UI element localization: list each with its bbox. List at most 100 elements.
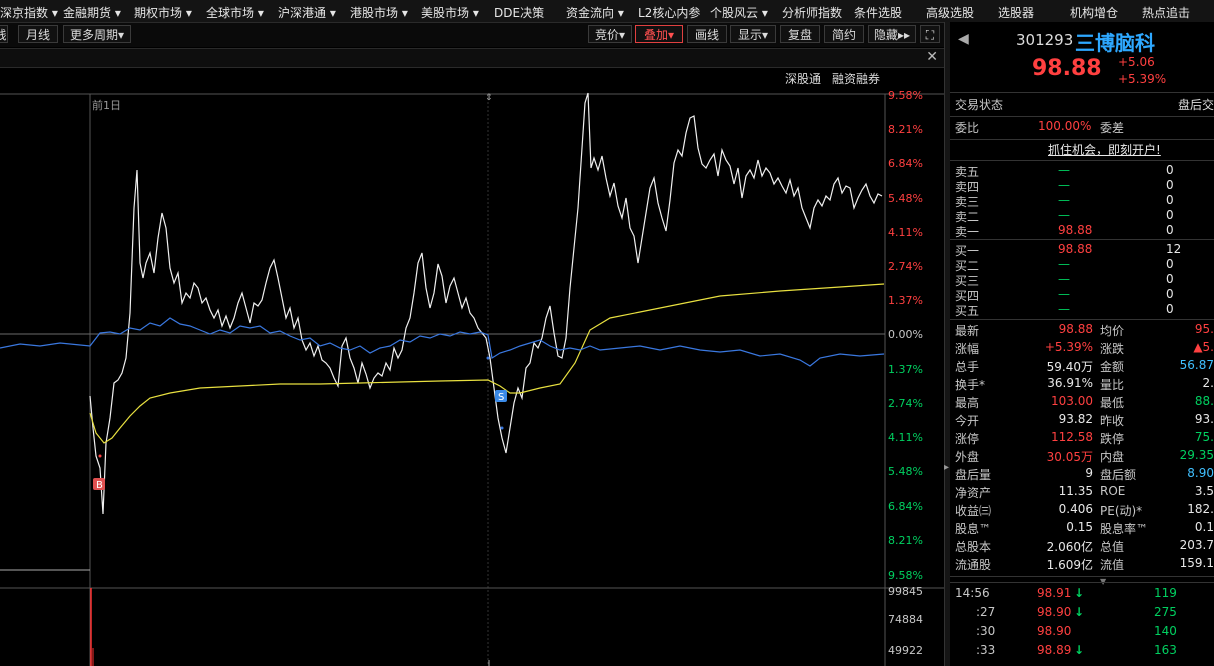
display-button[interactable]: 显示▾ <box>730 25 776 43</box>
sz-connect-link[interactable]: 深股通 <box>785 70 821 87</box>
period-button-cut[interactable]: 线 <box>0 25 8 43</box>
tick-time: :27 <box>976 605 996 619</box>
down-arrow-icon: ↓ <box>1074 643 1085 657</box>
tick-volume: 275 <box>1154 605 1177 619</box>
more-period-button[interactable]: 更多周期▾ <box>63 25 131 43</box>
menu-item-9[interactable]: L2核心内参 <box>638 4 700 21</box>
menu-item-4[interactable]: 沪深港通 ▾ <box>278 4 336 21</box>
quote-value: 88. <box>1194 394 1214 408</box>
divider <box>950 319 1214 320</box>
axis-tick-label: 8.21% <box>888 123 923 136</box>
ask-volume: 0 <box>1166 163 1174 177</box>
replay-button[interactable]: 复盘 <box>780 25 820 43</box>
down-arrow-icon: ↓ <box>1074 605 1085 619</box>
bid-price: — <box>1058 302 1070 316</box>
quote-label: PE(动)* <box>1100 504 1143 518</box>
quote-label: 涨停 <box>955 432 980 446</box>
quote-label: ROE <box>1100 484 1126 498</box>
buy-marker-label: B <box>96 480 103 491</box>
back-arrow-icon[interactable]: ◀ <box>958 31 969 47</box>
axis-tick-label: 5.48% <box>888 192 923 205</box>
axis-tick-label: 2.74% <box>888 260 923 273</box>
quote-value: 11.35 <box>1058 484 1093 498</box>
monthly-button[interactable]: 月线 <box>18 25 58 43</box>
hide-button[interactable]: 隐藏▸▸ <box>868 25 916 43</box>
volume-tick-label: 74884 <box>888 613 923 626</box>
ask-price: — <box>1058 193 1070 207</box>
menu-item-3[interactable]: 全球市场 ▾ <box>206 4 264 21</box>
quote-value: 0.406 <box>1058 502 1093 516</box>
quote-value: 95. <box>1194 322 1214 336</box>
tick-volume: 119 <box>1154 586 1177 600</box>
chevron-down-icon: ▾ <box>761 28 769 42</box>
tick-time: :33 <box>976 643 996 657</box>
quote-value: 98.88 <box>1058 322 1093 336</box>
quote-row: 总股本 2.060亿 总值 203.7 <box>950 538 1214 556</box>
quote-row: 换手* 36.91% 量比 2. <box>950 376 1214 394</box>
bid-volume: 12 <box>1166 242 1182 256</box>
menu-item-7[interactable]: DDE决策 <box>494 4 544 21</box>
tick-time: 14:56 <box>955 586 990 600</box>
bid-row: 买一 98.88 12 <box>950 242 1214 258</box>
quote-value: 59.40万 <box>1046 360 1093 374</box>
trading-status-row: 交易状态 盘后交 <box>950 96 1214 114</box>
axis-tick-label: 6.84% <box>888 500 923 513</box>
quote-value: 203.7 <box>1179 538 1214 552</box>
menu-item-8[interactable]: 资金流向 ▾ <box>566 4 624 21</box>
ask-price: — <box>1058 178 1070 192</box>
fullscreen-icon[interactable]: ⛶ <box>920 25 940 43</box>
menu-item-15[interactable]: 机构增仓 <box>1070 4 1118 21</box>
sell-marker-label: S <box>498 392 504 403</box>
weicha-label: 委差 <box>1100 121 1125 135</box>
menu-item-12[interactable]: 条件选股 <box>854 4 902 21</box>
quote-value: 8.90 <box>1187 466 1214 480</box>
collapse-arrow-icon[interactable]: ▸ <box>944 462 949 473</box>
bid-level: 买五 <box>955 304 980 318</box>
quote-row: 外盘 30.05万 内盘 29.35 <box>950 448 1214 466</box>
ask-price: — <box>1058 163 1070 177</box>
bid-price: — <box>1058 272 1070 286</box>
menu-item-0[interactable]: 深京指数 ▾ <box>0 4 58 21</box>
intraday-chart[interactable]: 9.58% 8.21% 6.84% 5.48% 4.11% 2.74% 1.37% 0.00%… <box>0 88 944 666</box>
menu-item-1[interactable]: 金融期货 ▾ <box>63 4 121 21</box>
bid-row: 买五 — 0 <box>950 302 1214 318</box>
tick-row: :33 98.89 ↓ 163 <box>950 643 1214 662</box>
close-icon[interactable]: ✕ <box>926 49 938 65</box>
quote-value: 0.1 <box>1194 520 1214 534</box>
quote-label: 流通股 <box>955 558 992 572</box>
divider <box>950 239 1214 240</box>
menu-item-14[interactable]: 选股器 <box>998 4 1034 21</box>
bid-row: 买二 —0 <box>950 257 1214 273</box>
overlay-button[interactable]: 叠加▾ <box>635 25 683 43</box>
axis-tick-label: 1.37% <box>888 294 923 307</box>
volume-tick-label: 99845 <box>888 585 923 598</box>
quote-value: 30.05万 <box>1046 450 1093 464</box>
ask-row: 卖二 —0 <box>950 208 1214 224</box>
bid-volume: 0 <box>1166 257 1174 271</box>
menu-item-2[interactable]: 期权市场 ▾ <box>134 4 192 21</box>
tick-volume: 163 <box>1154 643 1177 657</box>
status-value: 盘后交 <box>1177 98 1214 112</box>
divider <box>950 582 1214 583</box>
quote-row: 净资产 11.35 ROE 3.5 <box>950 484 1214 502</box>
menu-item-6[interactable]: 美股市场 ▾ <box>421 4 479 21</box>
quote-label: 总值 <box>1100 540 1125 554</box>
quote-row: 最高 103.00 最低 88. <box>950 394 1214 412</box>
stock-price: 98.88 <box>1032 56 1102 81</box>
menu-item-5[interactable]: 港股市场 ▾ <box>350 4 408 21</box>
ask-volume: 0 <box>1166 208 1174 222</box>
draw-line-button[interactable]: 画线 <box>687 25 727 43</box>
quote-label: 最新 <box>955 324 980 338</box>
axis-tick-label: 4.11% <box>888 226 923 239</box>
open-account-link[interactable]: 抓住机会，即刻开户! <box>1048 141 1161 158</box>
menu-item-10[interactable]: 个股风云 ▾ <box>710 4 768 21</box>
menu-item-11[interactable]: 分析师指数 <box>782 4 842 21</box>
menu-item-16[interactable]: 热点追击 <box>1142 4 1190 21</box>
quote-row: 收益㈢ 0.406 PE(动)* 182. <box>950 502 1214 520</box>
menu-item-13[interactable]: 高级选股 <box>926 4 974 21</box>
top-menu-bar: 深京指数 ▾ 金融期货 ▾ 期权市场 ▾ 全球市场 ▾ 沪深港通 ▾ 港股市场 ▾ 美股市场… <box>0 0 1214 23</box>
simple-button[interactable]: 简约 <box>824 25 864 43</box>
quote-value: 103.00 <box>1051 394 1093 408</box>
bid-button[interactable]: 竞价▾ <box>588 25 632 43</box>
margin-trading-link[interactable]: 融资融券 <box>832 70 880 87</box>
